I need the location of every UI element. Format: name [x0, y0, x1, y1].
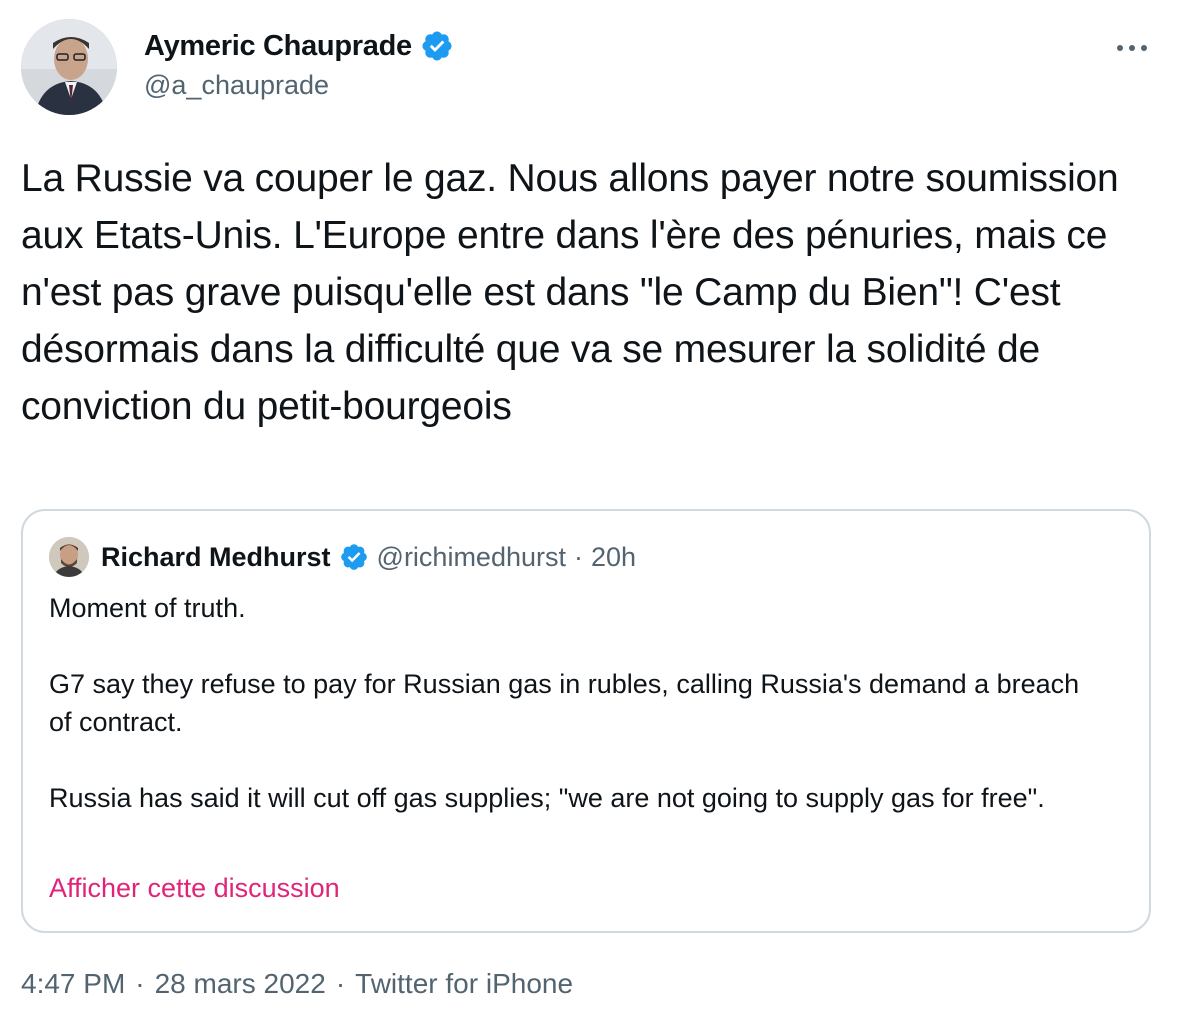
tweet-text: La Russie va couper le gaz. Nous allons …: [21, 157, 1130, 428]
verified-badge-icon: [340, 544, 367, 570]
quoted-tweet-header: Richard Medhurst @richimedhurst · 20h: [49, 537, 636, 577]
author-name[interactable]: Aymeric Chauprade: [144, 30, 412, 63]
quoted-tweet-time[interactable]: 20h: [591, 542, 636, 573]
more-options-icon: [1117, 45, 1147, 51]
verified-badge-icon: [422, 31, 452, 61]
show-thread-link[interactable]: Afficher cette discussion: [49, 873, 340, 904]
meta-separator: ·: [574, 541, 583, 572]
more-options-button[interactable]: [1112, 28, 1152, 68]
quoted-author-name[interactable]: Richard Medhurst: [101, 542, 331, 573]
quoted-author-photo: [49, 537, 89, 577]
tweet-date[interactable]: 28 mars 2022: [155, 968, 326, 1000]
author-info: Aymeric Chauprade @a_chauprade: [144, 28, 454, 101]
tweet: Aymeric Chauprade @a_chauprade La Russie…: [0, 0, 1182, 1016]
quoted-tweet-text: Moment of truth. G7 say they refuse to p…: [49, 593, 1080, 813]
quoted-tweet[interactable]: Richard Medhurst @richimedhurst · 20h Mo…: [21, 509, 1151, 933]
author-avatar-photo: [21, 19, 117, 115]
footer-separator: ·: [335, 968, 346, 999]
quoted-author-avatar[interactable]: [49, 537, 89, 577]
author-avatar[interactable]: [21, 19, 117, 115]
footer-separator: ·: [135, 968, 145, 999]
quoted-tweet-meta: @richimedhurst · 20h: [377, 542, 637, 573]
quoted-author-handle[interactable]: @richimedhurst: [377, 542, 566, 573]
tweet-footer: 4:47 PM · 28 mars 2022 · Twitter for iPh…: [21, 968, 573, 1000]
author-handle[interactable]: @a_chauprade: [144, 70, 454, 101]
tweet-source[interactable]: Twitter for iPhone: [355, 968, 573, 1000]
tweet-time[interactable]: 4:47 PM: [21, 968, 125, 1000]
